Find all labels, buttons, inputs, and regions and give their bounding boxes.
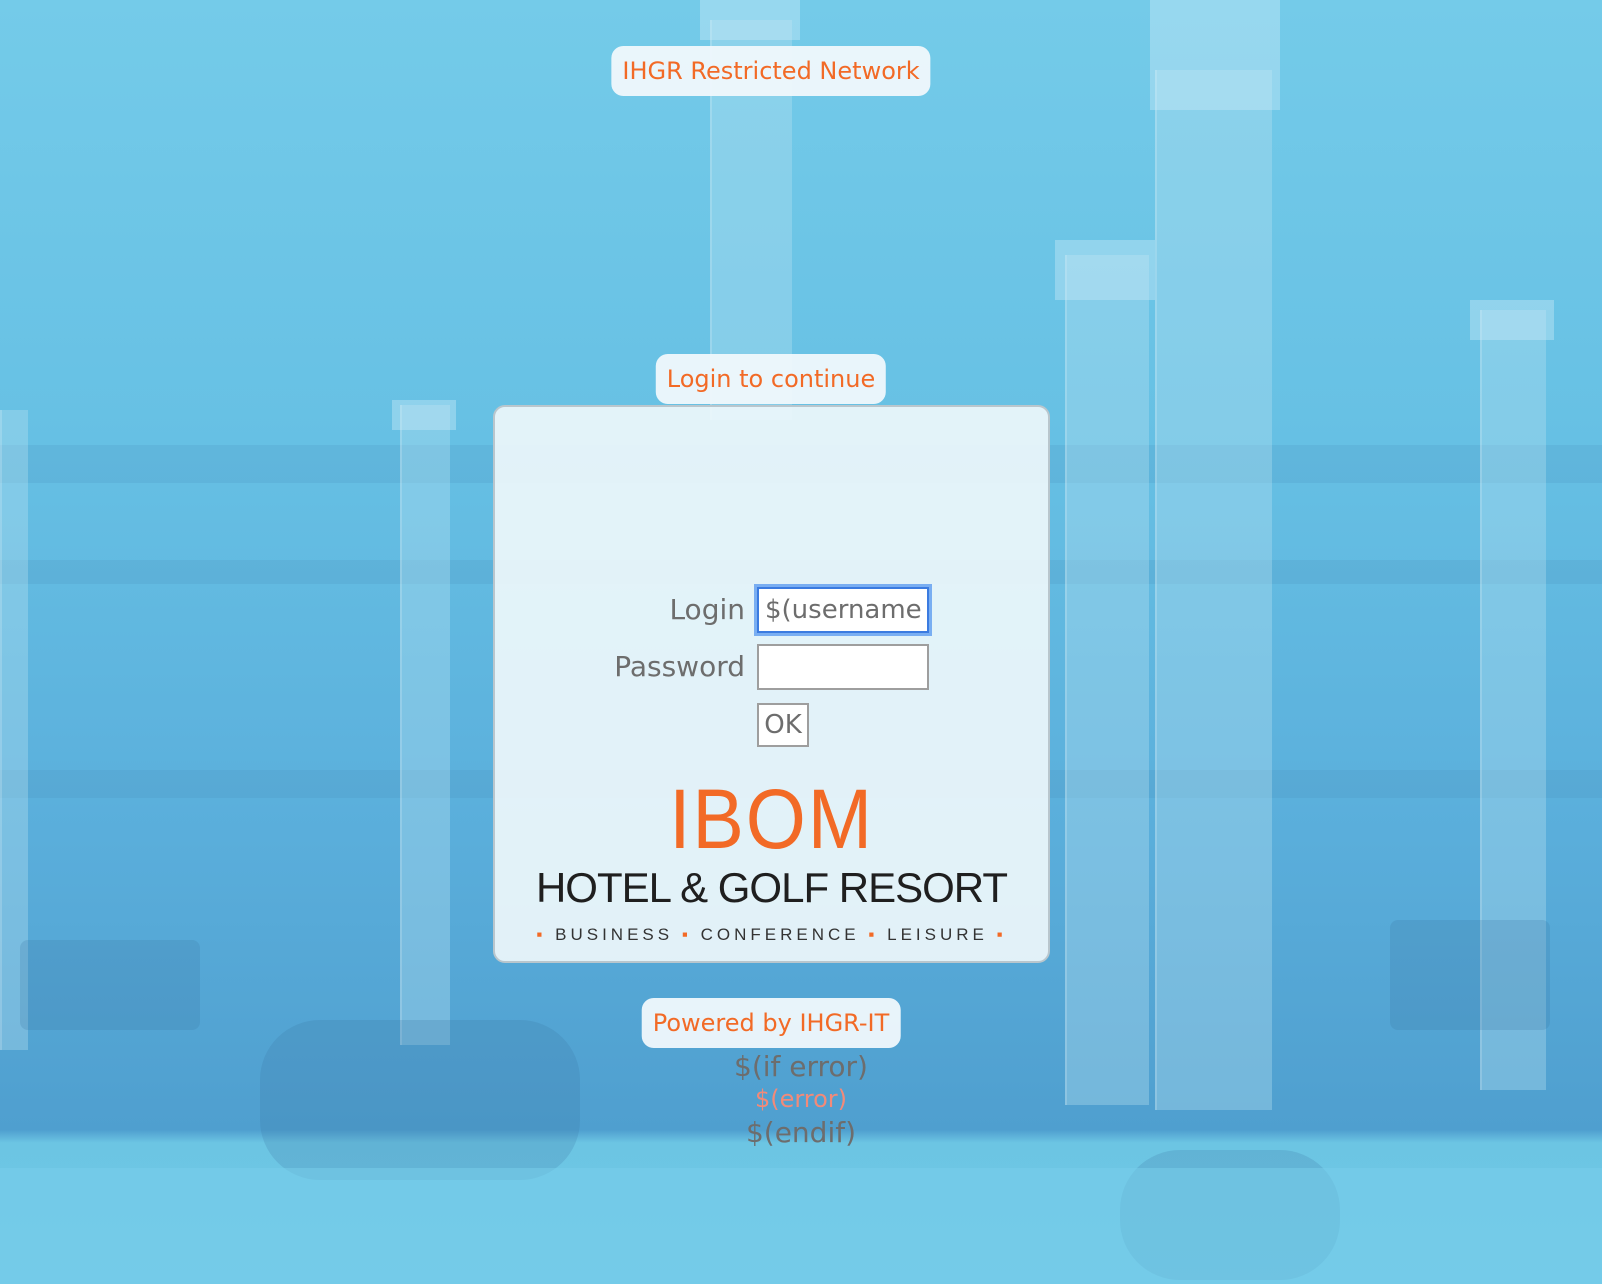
login-prompt-heading: Login to continue — [655, 354, 887, 404]
ok-button[interactable]: OK — [757, 703, 809, 747]
endif-template: $(endif) — [745, 1116, 857, 1149]
tagline-item: CONFERENCE — [700, 925, 860, 944]
powered-by-link: Powered by IHGR-IT — [641, 998, 901, 1048]
hotel-logo: IBOM HOTEL & GOLF RESORT ▪ BUSINESS ▪ CO… — [495, 777, 1048, 945]
tagline-item: LEISURE — [887, 925, 988, 944]
error-message: $(error) — [754, 1085, 848, 1113]
if-error-template: $(if error) — [734, 1050, 868, 1083]
network-title: IHGR Restricted Network — [611, 46, 931, 96]
login-input[interactable] — [757, 587, 929, 633]
logo-brand: IBOM — [669, 772, 874, 866]
login-panel: Login Password OK IBOM HOTEL & GOLF RESO… — [493, 405, 1050, 963]
login-label: Login — [669, 593, 745, 626]
logo-subtitle: HOTEL & GOLF RESORT — [535, 864, 1008, 911]
password-label: Password — [614, 650, 745, 683]
password-input[interactable] — [757, 644, 929, 690]
password-row: Password — [495, 644, 1048, 690]
logo-tagline: ▪ BUSINESS ▪ CONFERENCE ▪ LEISURE ▪ — [536, 925, 1007, 944]
login-row: Login — [495, 587, 1048, 633]
tagline-item: BUSINESS — [555, 925, 674, 944]
